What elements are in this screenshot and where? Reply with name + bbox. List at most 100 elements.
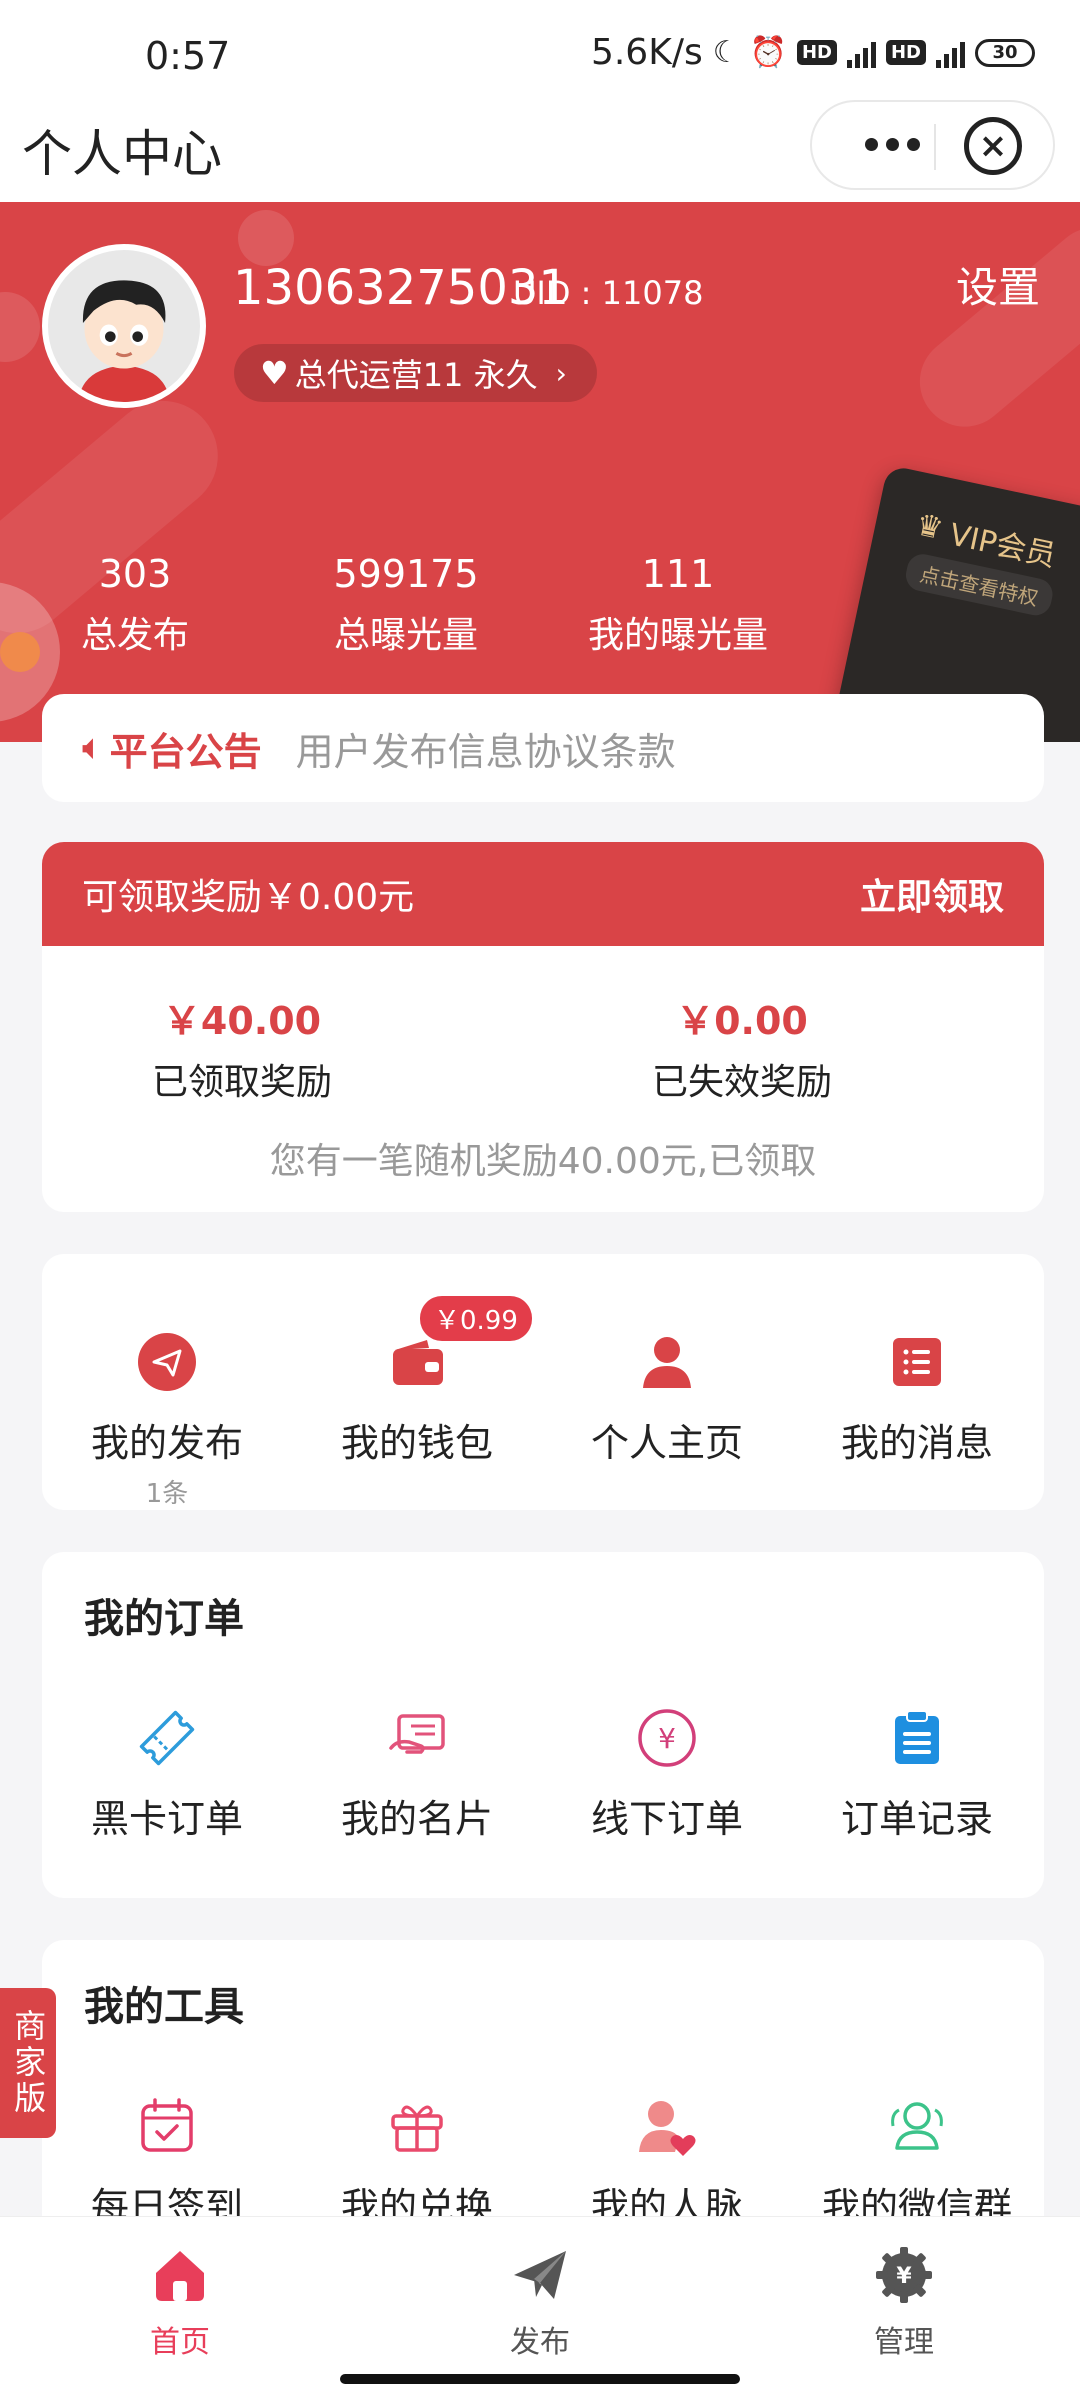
avatar[interactable] [42, 244, 206, 408]
black-card-orders-item[interactable]: 黑卡订单 [42, 1706, 292, 1843]
person-icon [635, 1330, 699, 1394]
capsule-divider [934, 124, 936, 170]
gift-icon [385, 2094, 449, 2158]
battery-icon: 30 [975, 38, 1035, 67]
order-label: 线下订单 [590, 1797, 743, 1841]
offline-orders-item[interactable]: ¥ 线下订单 [542, 1706, 792, 1843]
quick-link-label: 我的消息 [840, 1421, 993, 1465]
stat-total-exposure[interactable]: 599175 总曝光量 [296, 552, 516, 658]
my-wallet-item[interactable]: 我的钱包 [292, 1330, 542, 1467]
business-card-icon [385, 1706, 449, 1770]
ticket-icon [135, 1706, 199, 1770]
my-wechat-groups-item[interactable]: 我的微信群 [792, 2094, 1042, 2231]
bottom-tab-bar: 首页 发布 ¥ 管理 [0, 2216, 1080, 2400]
order-label: 我的名片 [340, 1797, 493, 1841]
group-icon [885, 2094, 949, 2158]
user-uid: UID : 11078 [513, 274, 704, 312]
reward-header: 可领取奖励￥0.00元 立即领取 [42, 842, 1044, 946]
orders-title: 我的订单 [84, 1596, 244, 1642]
my-business-card-item[interactable]: 我的名片 [292, 1706, 542, 1843]
stat-total-posts[interactable]: 303 总发布 [25, 552, 245, 658]
moon-icon: ☾ [712, 35, 740, 70]
decor-dot [238, 210, 294, 266]
speaker-icon: 🔈︎ [82, 727, 104, 768]
signal-icon [846, 38, 876, 68]
calendar-check-icon [135, 2094, 199, 2158]
level-pill[interactable]: ♥ 总代运营11 永久 › [234, 344, 597, 402]
stat-value: 111 [641, 552, 715, 596]
decor-stripe-2 [901, 208, 1080, 446]
reward-card: 可领取奖励￥0.00元 立即领取 ￥40.00 已领取奖励 ￥0.00 已失效奖… [42, 842, 1044, 1212]
settings-link[interactable]: 设置 [956, 254, 1040, 315]
profile-header: 13063275031 UID : 11078 ♥ 总代运营11 永久 › 设置… [0, 202, 1080, 742]
page-title: 个人中心 [22, 125, 222, 183]
quick-link-label: 个人主页 [590, 1421, 743, 1465]
tab-label: 管理 [874, 2325, 934, 2360]
tab-label: 首页 [150, 2325, 210, 2360]
handshake-heart-icon: ♥ [260, 354, 289, 392]
hd-icon-2: HD [885, 40, 926, 65]
merchant-edition-tab[interactable]: 商家版 [0, 1988, 56, 2138]
status-bar: 0:57 5.6K/s ☾ ⏰ HD HD 30 [0, 0, 1080, 110]
quick-link-label: 我的发布 [90, 1421, 243, 1465]
network-speed: 5.6K/s [590, 32, 703, 73]
tab-label: 发布 [510, 2325, 570, 2360]
claimable-reward: 可领取奖励￥0.00元 [82, 877, 415, 918]
notice-label: 平台公告 [109, 729, 262, 774]
level-label: 总代运营11 永久 [294, 356, 538, 394]
orders-card: 我的订单 黑卡订单 我的名片 ¥ 线下订单 订单记录 [42, 1552, 1044, 1898]
signal-icon-2 [936, 38, 965, 68]
title-bar: 个人中心 × [0, 100, 1080, 202]
my-posts-item[interactable]: 我的发布 1条 [42, 1330, 292, 1510]
tab-manage[interactable]: ¥ 管理 [804, 2243, 1004, 2361]
claimed-amount: ￥40.00 [162, 999, 322, 1043]
order-label: 黑卡订单 [90, 1797, 243, 1841]
clipboard-icon [885, 1706, 949, 1770]
stat-label: 总曝光量 [333, 615, 478, 656]
merchant-edition-label: 商家版 [9, 2009, 48, 2117]
contacts-heart-icon [635, 2094, 699, 2158]
expired-reward: ￥0.00 已失效奖励 [542, 990, 942, 1105]
order-history-item[interactable]: 订单记录 [792, 1706, 1042, 1843]
svg-text:¥: ¥ [896, 2264, 912, 2289]
my-contacts-item[interactable]: 我的人脉 [542, 2094, 792, 2231]
platform-notice[interactable]: 🔈︎ 平台公告 用户发布信息协议条款 [42, 694, 1044, 802]
stat-label: 总发布 [80, 615, 189, 656]
tab-publish[interactable]: 发布 [440, 2243, 640, 2361]
quick-links-card: 我的发布 1条 我的钱包 ￥0.99 个人主页 我的消息 [42, 1254, 1044, 1510]
personal-home-item[interactable]: 个人主页 [542, 1330, 792, 1467]
stat-label: 我的曝光量 [587, 615, 768, 656]
expired-label: 已失效奖励 [651, 1062, 832, 1103]
gear-yuan-icon: ¥ [872, 2243, 936, 2307]
tab-home[interactable]: 首页 [80, 2243, 280, 2361]
my-exchange-item[interactable]: 我的兑换 [292, 2094, 542, 2231]
battery-level: 30 [992, 42, 1018, 63]
stat-value: 599175 [333, 552, 479, 596]
quick-link-sub: 1条 [145, 1479, 189, 1509]
stat-my-exposure[interactable]: 111 我的曝光量 [568, 552, 788, 658]
expired-amount: ￥0.00 [676, 999, 808, 1043]
notice-text: 用户发布信息协议条款 [295, 729, 676, 774]
crown-icon: ♛ [912, 506, 947, 547]
claimed-reward: ￥40.00 已领取奖励 [42, 990, 442, 1105]
paper-plane-icon [135, 1330, 199, 1394]
stat-value: 303 [98, 552, 172, 596]
wallet-balance-badge: ￥0.99 [420, 1296, 532, 1341]
yuan-circle-icon: ¥ [635, 1706, 699, 1770]
more-icon[interactable] [842, 114, 942, 174]
chevron-right-icon: › [555, 356, 567, 390]
mini-program-capsule: × [810, 100, 1055, 190]
order-label: 订单记录 [840, 1797, 993, 1841]
send-icon [508, 2243, 572, 2307]
close-icon[interactable]: × [964, 117, 1022, 175]
decor-dot-2 [0, 292, 40, 362]
my-messages-item[interactable]: 我的消息 [792, 1330, 1042, 1467]
quick-link-label: 我的钱包 [340, 1421, 493, 1465]
daily-checkin-item[interactable]: 每日签到 [42, 2094, 292, 2231]
claim-now-button[interactable]: 立即领取 [860, 868, 1004, 920]
message-list-icon [885, 1330, 949, 1394]
alarm-icon: ⏰ [749, 35, 787, 70]
reward-note: 您有一笔随机奖励40.00元,已领取 [269, 1141, 817, 1182]
status-icons: 5.6K/s ☾ ⏰ HD HD 30 [591, 32, 1035, 73]
home-icon [148, 2243, 212, 2307]
